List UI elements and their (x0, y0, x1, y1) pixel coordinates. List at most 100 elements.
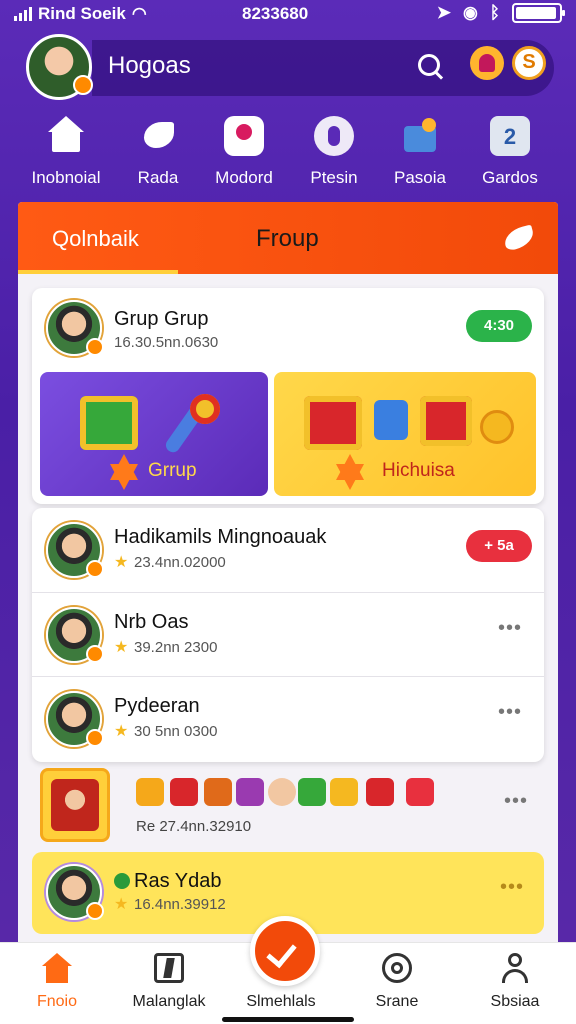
more-icon[interactable]: ••• (498, 702, 524, 722)
more-icon[interactable]: ••• (500, 877, 526, 897)
gear-icon (382, 953, 412, 983)
list-item-meta-text: 39.2nn 2300 (134, 639, 218, 656)
list-item[interactable]: Hadikamils Mingnoauak ★ 23.4nn.02000 + 5a (32, 508, 544, 592)
bottom-nav-label: Malanglak (132, 993, 206, 1010)
tab-qolnbaik[interactable]: Qolnbaik (52, 226, 139, 252)
verified-badge-icon (86, 560, 104, 578)
sticker-icon (236, 778, 264, 806)
list-item-pill[interactable]: + 5a (466, 530, 532, 562)
bottom-nav-share[interactable]: Srane (342, 953, 452, 1011)
list-item[interactable]: Nrb Oas ★ 39.2nn 2300 ••• (32, 592, 544, 676)
quick-nav-item-3[interactable]: Modord (194, 116, 294, 188)
quick-nav-item-2[interactable]: Rada (108, 116, 208, 188)
star-icon (336, 454, 364, 490)
more-icon[interactable]: ••• (498, 618, 524, 638)
promo-banner-right[interactable]: Hichuisa (274, 372, 536, 496)
alarm-icon: ◉ (462, 3, 478, 22)
games-icon (490, 116, 530, 156)
battery-icon (512, 3, 565, 23)
home-icon (42, 953, 72, 983)
tab-bar: Qolnbaik Froup (18, 202, 558, 274)
verified-badge-icon (86, 902, 104, 920)
coin-icon[interactable] (512, 46, 546, 80)
list-item-name: Pydeeran (114, 695, 200, 717)
profile-avatar[interactable] (26, 34, 93, 100)
sticker-icon (136, 778, 164, 806)
list-item[interactable]: Pydeeran ★ 30 5nn 0300 ••• (32, 676, 544, 760)
verified-badge-icon (86, 645, 104, 663)
search-icon[interactable] (414, 50, 448, 84)
pen-icon (314, 116, 354, 156)
quick-nav-label: Rada (137, 168, 179, 187)
bottom-nav-market[interactable]: Malanglak (114, 953, 224, 1011)
status-right: ➤ ◉ ᛒ (436, 3, 565, 23)
quick-nav: Inobnoial Rada Modord Ptesin Pasoia Gard… (0, 116, 576, 196)
bird-icon (138, 116, 178, 156)
group-meta: 16.30.5nn.0630 (114, 334, 219, 351)
share-icon[interactable] (502, 222, 536, 252)
promo-right-label: Hichuisa (382, 460, 455, 481)
gift-icon (420, 396, 472, 446)
sticker-meta: Re 27.4nn.32910 (136, 818, 252, 835)
center-action-button[interactable] (250, 916, 320, 986)
status-bar: Rind Soeik ◠ 8233680 ➤ ◉ ᛒ (0, 0, 576, 30)
list-item-meta: ★ 23.4nn.02000 (114, 554, 226, 571)
bottom-nav-home[interactable]: Fnoio (2, 953, 112, 1011)
online-dot-icon (114, 873, 130, 889)
bottom-nav-center[interactable]: Slmehlals (226, 993, 336, 1011)
group-name: Grup Grup (114, 308, 209, 330)
list-item-name: Nrb Oas (114, 611, 189, 633)
quick-nav-item-1[interactable]: Inobnoial (16, 116, 116, 188)
home-indicator (222, 1017, 354, 1022)
quick-nav-item-5[interactable]: Pasoia (370, 116, 470, 188)
status-time: 8233680 (242, 4, 309, 23)
promo-banner-left[interactable]: Grrup (40, 372, 268, 496)
list-item-meta: ★ 16.4nn.39912 (114, 896, 226, 913)
signal-icon (14, 7, 32, 21)
list-avatar (46, 522, 104, 578)
notification-icon[interactable] (470, 46, 504, 80)
wifi-icon: ◠ (131, 4, 147, 23)
quick-nav-item-4[interactable]: Ptesin (284, 116, 384, 188)
app-title: Hogoas (108, 52, 191, 79)
user-icon (500, 953, 530, 983)
quick-nav-label: Inobnoial (31, 168, 101, 187)
list-avatar (46, 607, 104, 663)
bluetooth-icon: ᛒ (489, 3, 500, 22)
status-left: Rind Soeik ◠ (14, 4, 147, 24)
sticker-icon (366, 778, 394, 806)
group-status-pill[interactable]: 4:30 (466, 310, 532, 342)
tab-froup[interactable]: Froup (256, 225, 319, 253)
more-icon[interactable]: ••• (504, 791, 530, 811)
home-icon (46, 116, 86, 156)
group-card[interactable]: Grup Grup 16.30.5nn.0630 4:30 Grrup Hich… (32, 288, 544, 504)
gift-icon (406, 778, 434, 806)
package-icon (400, 116, 440, 156)
bottom-nav-label: Fnoio (36, 993, 78, 1010)
location-icon: ➤ (436, 3, 451, 22)
gift-icon (304, 396, 362, 450)
quick-nav-item-6[interactable]: Gardos (460, 116, 560, 188)
promo-left-label: Grrup (148, 460, 197, 481)
star-icon (110, 454, 138, 490)
list-item-meta-text: 16.4nn.39912 (134, 896, 226, 913)
bottom-nav-profile[interactable]: Sbsiaa (460, 953, 570, 1011)
tab-underline (18, 270, 178, 274)
bottom-nav-label: Slmehlals (246, 993, 316, 1010)
sticker-icon (204, 778, 232, 806)
carrier-label: Rind Soeik (38, 4, 126, 23)
list-card: Hadikamils Mingnoauak ★ 23.4nn.02000 + 5a… (32, 508, 544, 762)
gift-icon (80, 396, 138, 450)
sticker-icon (330, 778, 358, 806)
avatar-badge-icon (73, 75, 93, 95)
sticker-row[interactable]: Re 27.4nn.32910 ••• (36, 764, 548, 848)
gift-icon (374, 400, 408, 440)
star-icon: ★ (114, 639, 129, 656)
wand-tip-icon (190, 394, 220, 424)
verified-badge-icon (86, 729, 104, 747)
list-avatar (46, 864, 104, 920)
star-icon: ★ (114, 554, 129, 571)
list-item-name-text: Ras Ydab (134, 870, 222, 892)
quick-nav-label: Modord (215, 168, 273, 187)
list-item-meta-text: 30 5nn 0300 (134, 723, 218, 740)
